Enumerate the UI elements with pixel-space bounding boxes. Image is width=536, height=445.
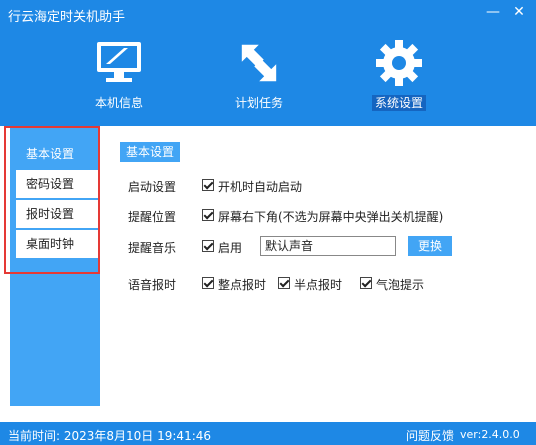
sound-field[interactable]: 默认声音 [260, 236, 396, 256]
settings-panel: 基本设置 密码设置 报时设置 桌面时钟 基本设置 启动设置 开机时自动启动 提醒… [0, 126, 536, 422]
bubble-tip-text: 气泡提示 [376, 278, 425, 292]
arrows-icon [241, 44, 277, 82]
version-label: ver:2.4.0.0 [460, 428, 520, 441]
minimize-icon[interactable]: — [482, 2, 504, 22]
music-enable-text: 启用 [218, 241, 243, 255]
corner-checkbox[interactable] [202, 209, 214, 221]
nav-label: 系统设置 [371, 95, 426, 111]
nav-label: 计划任务 [234, 96, 283, 110]
current-time: 当前时间: 2023年8月10日 19:41:46 [8, 429, 212, 443]
monitor-icon [97, 42, 141, 82]
bubble-tip-checkbox[interactable] [360, 277, 372, 289]
autostart-checkbox[interactable] [202, 179, 214, 191]
status-bar: 当前时间: 2023年8月10日 19:41:46 问题反馈 ver:2.4.0… [0, 422, 536, 445]
section-title: 基本设置 [120, 142, 181, 162]
corner-text: 屏幕右下角(不选为屏幕中央弹出关机提醒) [218, 210, 444, 224]
hourly-chime-checkbox[interactable] [202, 277, 214, 289]
title-bar: 行云海定时关机助手 — ✕ [0, 0, 536, 28]
music-enable-checkbox[interactable] [202, 240, 214, 252]
close-icon[interactable]: ✕ [508, 2, 530, 22]
autostart-text: 开机时自动启动 [218, 180, 303, 194]
nav-item-machine-info[interactable]: 本机信息 [64, 28, 174, 118]
reminder-music-label: 提醒音乐 [128, 241, 177, 255]
startup-label: 启动设置 [128, 180, 177, 194]
nav-item-scheduled-tasks[interactable]: 计划任务 [204, 28, 314, 118]
half-hour-chime-checkbox[interactable] [278, 277, 290, 289]
top-nav: 本机信息 计划任务 系统设置 [0, 28, 536, 118]
nav-item-system-settings[interactable]: 系统设置 [344, 28, 454, 118]
feedback-link[interactable]: 问题反馈 [406, 427, 454, 444]
hourly-chime-text: 整点报时 [218, 278, 267, 292]
half-hour-chime-text: 半点报时 [294, 278, 343, 292]
reminder-position-label: 提醒位置 [128, 210, 177, 224]
nav-label: 本机信息 [94, 96, 143, 110]
change-sound-button[interactable]: 更换 [408, 236, 452, 256]
highlight-box [4, 126, 100, 274]
voice-chime-label: 语音报时 [128, 278, 177, 292]
app-title: 行云海定时关机助手 [8, 10, 126, 25]
gear-icon [376, 40, 422, 86]
